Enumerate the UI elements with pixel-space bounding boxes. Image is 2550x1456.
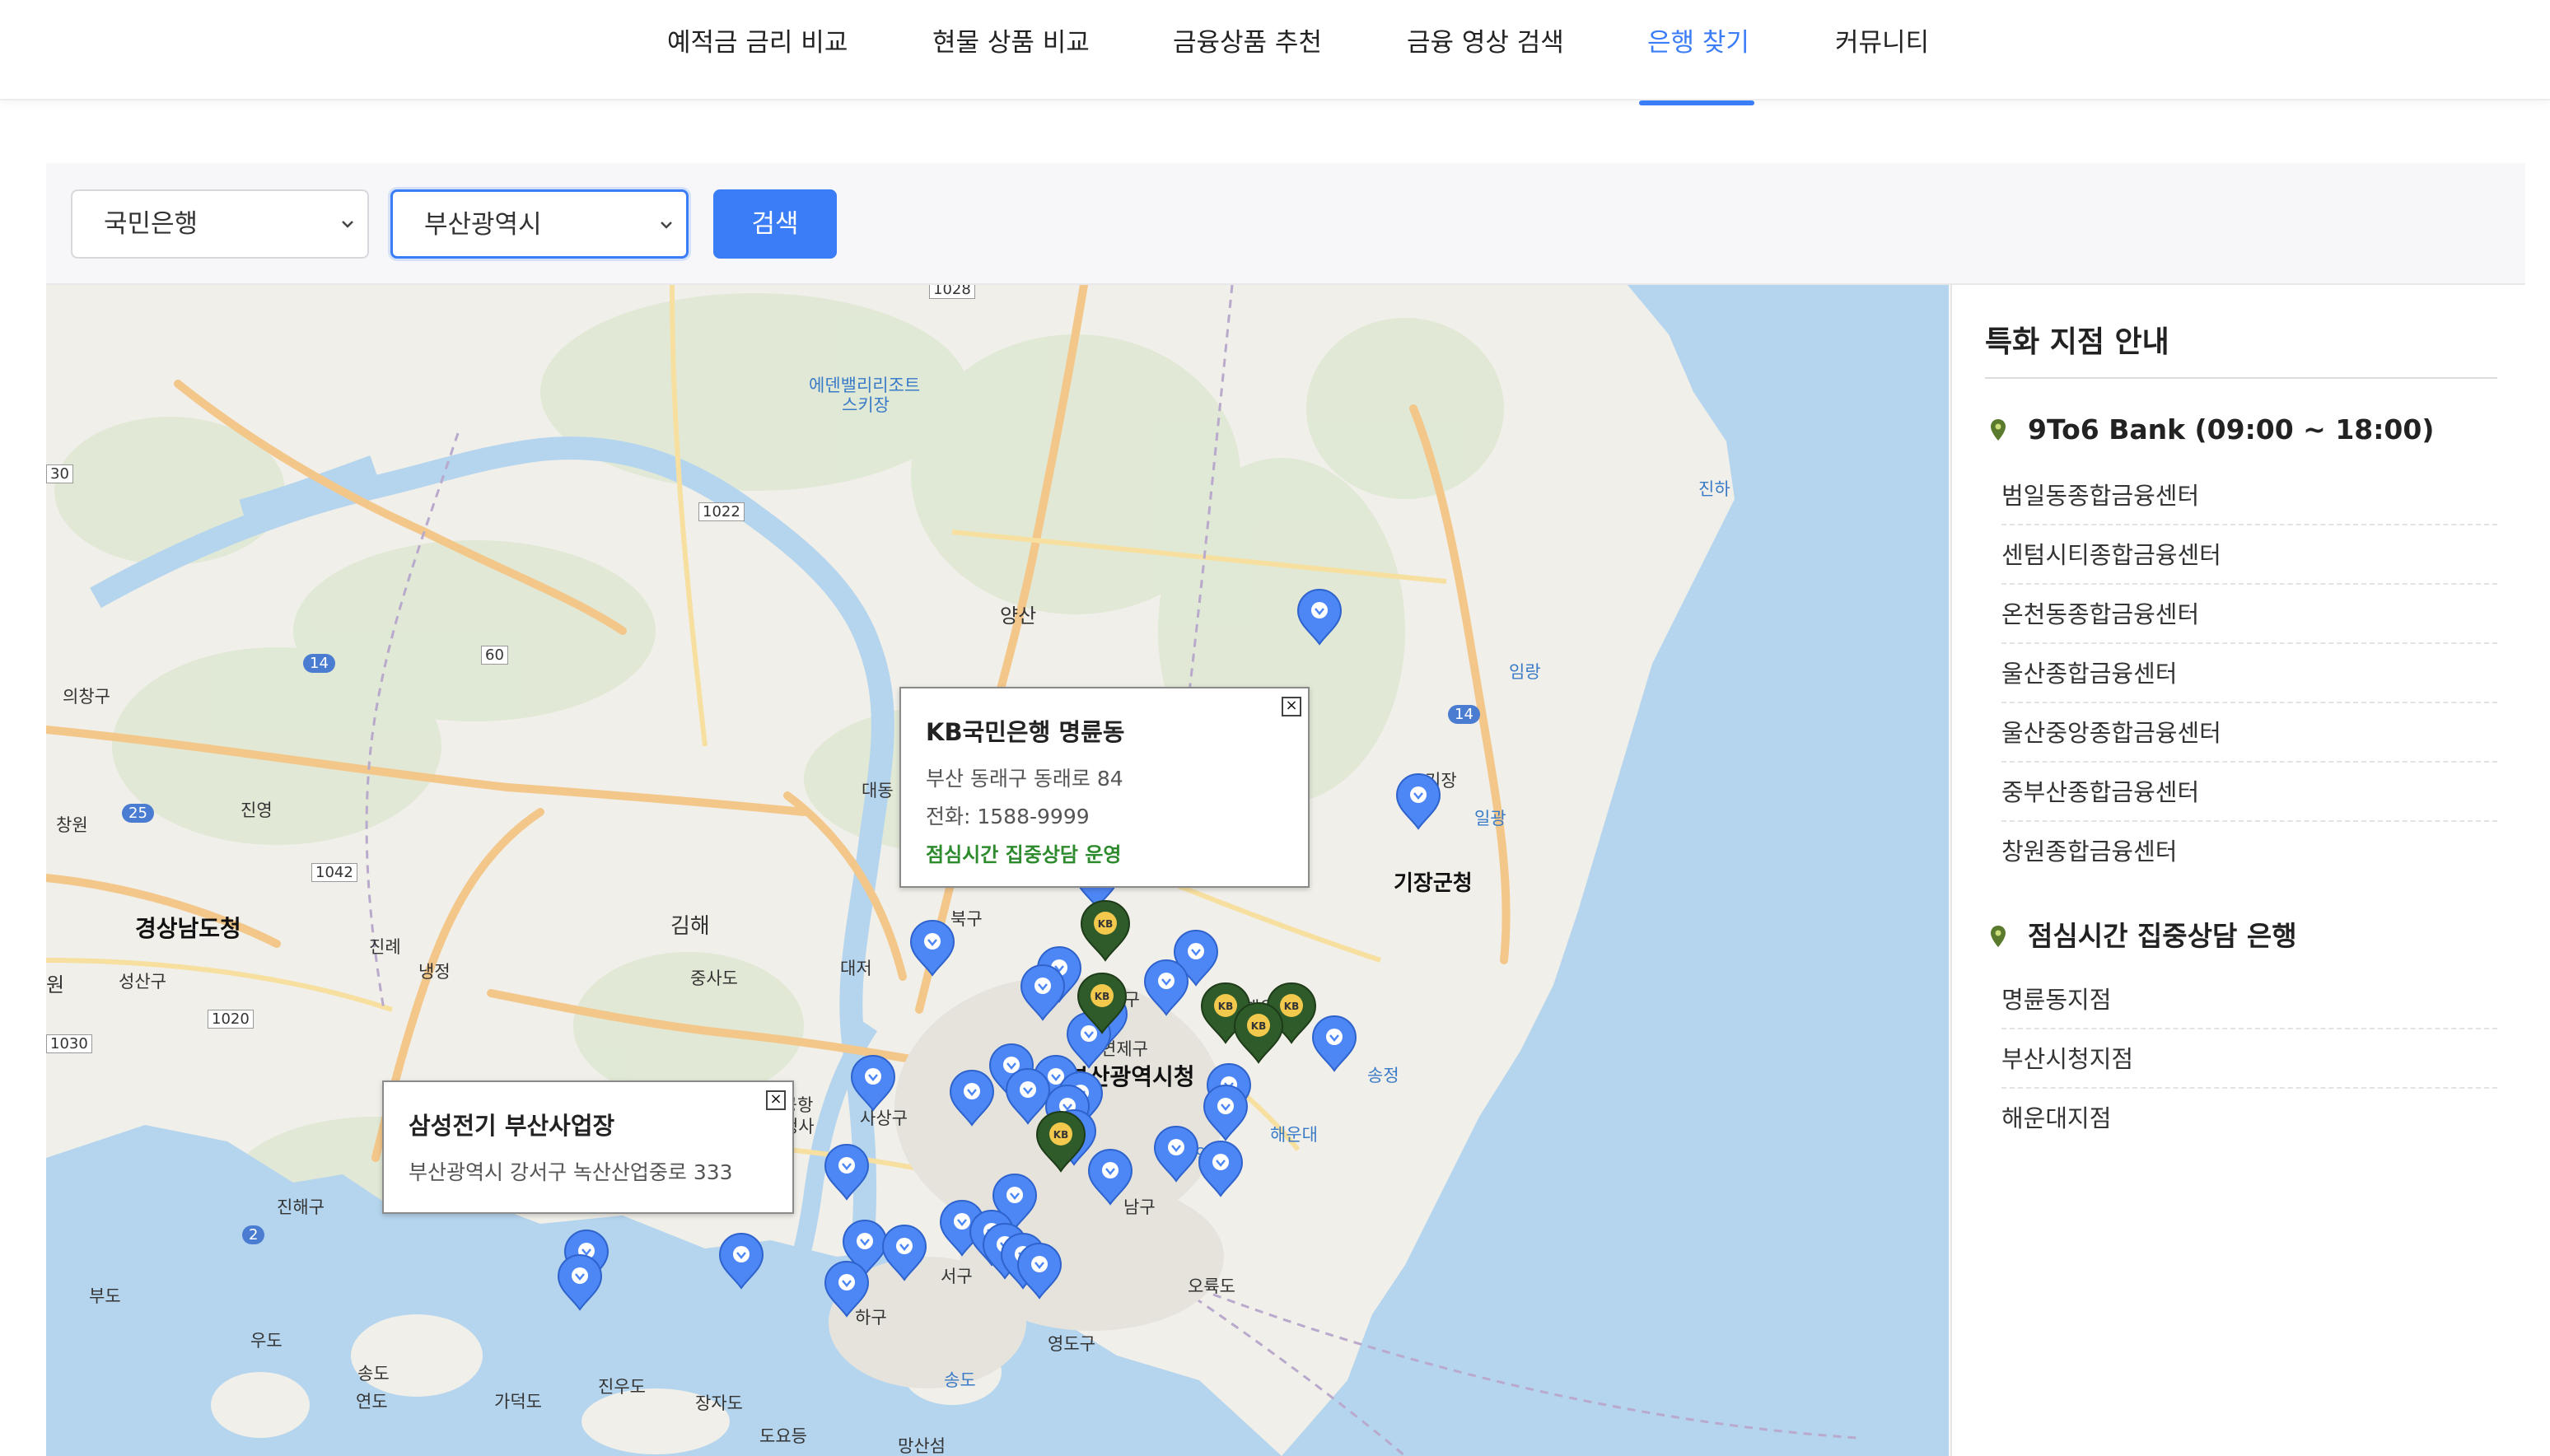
region-select[interactable]: 부산광역시 bbox=[390, 189, 689, 259]
kb-marker[interactable] bbox=[1036, 1111, 1086, 1172]
section-heading-label: 9To6 Bank (09:00 ~ 18:00) bbox=[2028, 413, 2435, 446]
popup-title: 삼성전기 부산사업장 bbox=[409, 1112, 615, 1140]
sidebar-branch-item[interactable]: 해운대지점 bbox=[2001, 1089, 2497, 1148]
bank-marker[interactable] bbox=[881, 1224, 927, 1281]
top-navigation: 예적금 금리 비교 현물 상품 비교 금융상품 추천 금융 영상 검색 은행 찾… bbox=[0, 0, 2550, 105]
chevron-down-icon bbox=[342, 221, 353, 228]
bank-marker[interactable] bbox=[1153, 1125, 1199, 1183]
popup-address: 부산 동래구 동래로 84 bbox=[926, 767, 1123, 791]
bank-marker[interactable] bbox=[850, 1054, 896, 1112]
location-pin-icon bbox=[1991, 419, 2006, 441]
nav-find-bank[interactable]: 은행 찾기 bbox=[1647, 21, 1749, 58]
bank-marker[interactable] bbox=[824, 1143, 870, 1201]
nav-product-recommend[interactable]: 금융상품 추천 bbox=[1173, 21, 1322, 58]
close-icon[interactable]: × bbox=[1282, 697, 1301, 716]
bank-marker[interactable] bbox=[1143, 959, 1189, 1016]
popup-address: 부산광역시 강서구 녹산산업중로 333 bbox=[409, 1160, 733, 1184]
sidebar-branch-item[interactable]: 온천동종합금융센터 bbox=[2001, 585, 2497, 644]
chevron-down-icon bbox=[661, 222, 672, 229]
sidebar-title: 특화 지점 안내 bbox=[1985, 325, 2169, 359]
active-tab-indicator bbox=[1639, 100, 1754, 105]
bank-marker[interactable] bbox=[1005, 1067, 1051, 1125]
bank-select[interactable]: 국민은행 bbox=[71, 189, 369, 259]
sidebar-branch-item[interactable]: 범일동종합금융센터 bbox=[2001, 466, 2497, 525]
bank-marker[interactable] bbox=[1311, 1015, 1357, 1072]
bank-marker[interactable] bbox=[1395, 772, 1441, 830]
bank-marker[interactable] bbox=[557, 1253, 603, 1311]
kb-marker[interactable] bbox=[1234, 1002, 1283, 1063]
sidebar-branch-item[interactable]: 울산중앙종합금융센터 bbox=[2001, 703, 2497, 763]
nav-video-search[interactable]: 금융 영상 검색 bbox=[1407, 21, 1564, 58]
bank-marker[interactable] bbox=[1020, 964, 1066, 1021]
kb-marker[interactable] bbox=[1081, 900, 1130, 961]
bank-marker[interactable] bbox=[718, 1232, 764, 1290]
map-view[interactable]: 1028 1022 30 14 60 25 1042 1020 1030 2 1… bbox=[46, 285, 1949, 1456]
region-select-value: 부산광역시 bbox=[424, 210, 542, 240]
location-pin-icon bbox=[1991, 926, 2006, 947]
search-bar: 국민은행 부산광역시 검색 bbox=[46, 163, 2525, 285]
bank-marker[interactable] bbox=[1198, 1140, 1244, 1197]
section-heading-label: 점심시간 집중상담 은행 bbox=[2028, 920, 2297, 952]
sidebar-branch-item[interactable]: 부산시청지점 bbox=[2001, 1029, 2497, 1089]
sidebar-branch-item[interactable]: 창원종합금융센터 bbox=[2001, 822, 2497, 881]
nav-spot-products[interactable]: 현물 상품 비교 bbox=[932, 21, 1090, 58]
bank-marker[interactable] bbox=[1203, 1084, 1249, 1141]
special-branch-sidebar: 특화 지점 안내 9To6 Bank (09:00 ~ 18:00) 범일동종합… bbox=[1950, 285, 2525, 1456]
sidebar-branch-item[interactable]: 울산종합금융센터 bbox=[2001, 644, 2497, 703]
popup-note: 점심시간 집중상담 운영 bbox=[926, 843, 1122, 866]
sidebar-branch-item[interactable]: 명륜동지점 bbox=[2001, 970, 2497, 1029]
bank-marker[interactable] bbox=[1016, 1242, 1062, 1300]
nav-deposit-rates[interactable]: 예적금 금리 비교 bbox=[667, 21, 848, 58]
location-info-popup: × 삼성전기 부산사업장 부산광역시 강서구 녹산산업중로 333 bbox=[382, 1080, 794, 1214]
bank-marker[interactable] bbox=[1087, 1148, 1133, 1206]
popup-phone: 전화: 1588-9999 bbox=[926, 805, 1090, 828]
bank-select-value: 국민은행 bbox=[104, 209, 198, 239]
bank-marker[interactable] bbox=[949, 1069, 995, 1127]
search-button[interactable]: 검색 bbox=[713, 189, 837, 259]
nav-community[interactable]: 커뮤니티 bbox=[1835, 21, 1929, 58]
bank-marker[interactable] bbox=[824, 1260, 870, 1318]
sidebar-branch-item[interactable]: 센텀시티종합금융센터 bbox=[2001, 525, 2497, 585]
bank-marker[interactable] bbox=[909, 919, 955, 977]
popup-title: KB국민은행 명륜동 bbox=[926, 718, 1125, 746]
close-icon[interactable]: × bbox=[766, 1090, 786, 1110]
section-heading: 9To6 Bank (09:00 ~ 18:00) bbox=[1990, 413, 2434, 446]
divider bbox=[1985, 377, 2497, 379]
sidebar-branch-item[interactable]: 중부산종합금융센터 bbox=[2001, 763, 2497, 822]
section-heading: 점심시간 집중상담 은행 bbox=[1990, 914, 2297, 954]
bank-marker[interactable] bbox=[1296, 588, 1343, 646]
branch-info-popup: × KB국민은행 명륜동 부산 동래구 동래로 84 전화: 1588-9999… bbox=[899, 687, 1310, 888]
